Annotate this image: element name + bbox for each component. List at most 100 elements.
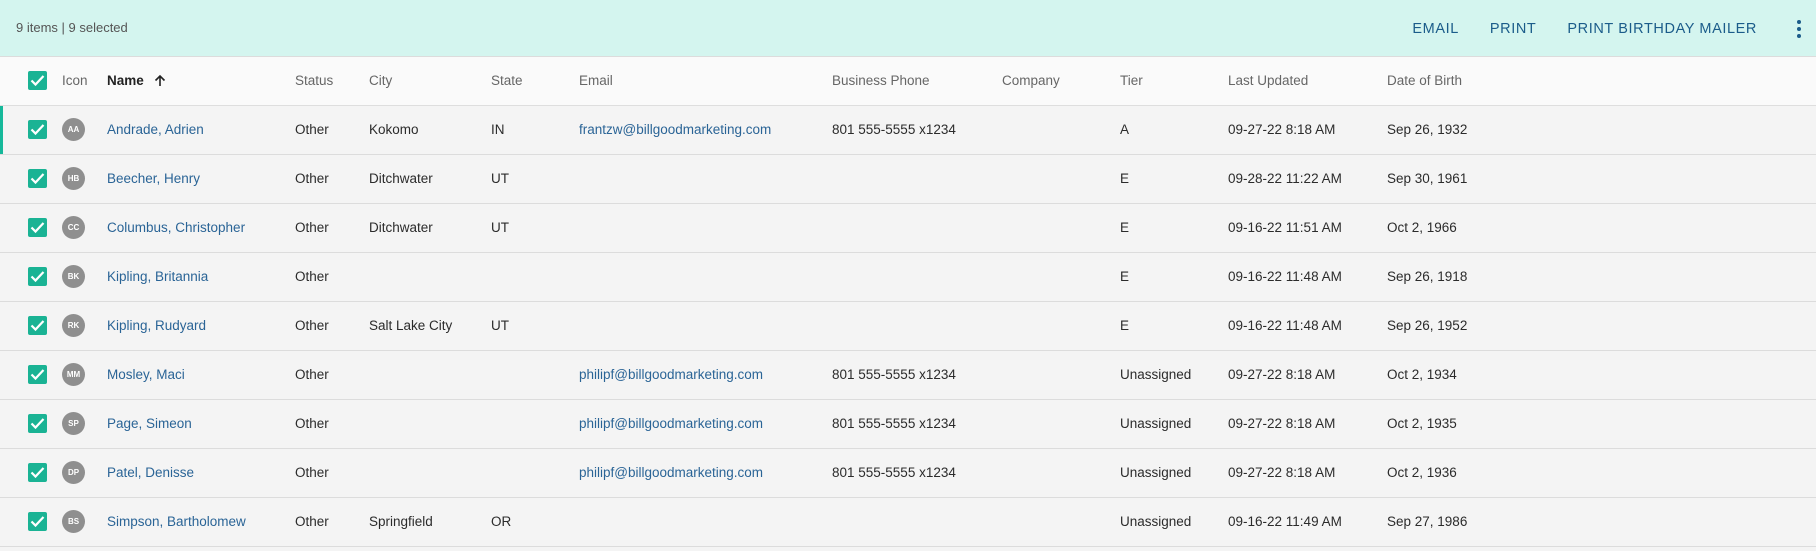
- last-updated-cell: 09-16-22 11:48 AM: [1228, 301, 1387, 351]
- email-cell: [579, 497, 832, 547]
- tier-cell: E: [1120, 301, 1228, 351]
- icon-cell: HB: [62, 154, 107, 204]
- column-header-tier[interactable]: Tier: [1120, 57, 1228, 106]
- date-of-birth-cell: Oct 2, 1935: [1387, 399, 1816, 449]
- row-select-cell: [0, 154, 62, 204]
- name-cell: Kipling, Rudyard: [107, 301, 295, 351]
- row-checkbox[interactable]: [28, 267, 47, 286]
- last-updated-cell: 09-27-22 8:18 AM: [1228, 399, 1387, 449]
- table-header-row: Icon Name Status City State Email Busine…: [0, 57, 1816, 106]
- contact-name-link[interactable]: Simpson, Bartholomew: [107, 514, 246, 529]
- status-cell: Other: [295, 203, 369, 253]
- table-row[interactable]: SP Page, Simeon Other philipf@billgoodmarke…: [0, 399, 1816, 449]
- column-header-icon[interactable]: Icon: [62, 57, 107, 106]
- last-updated-cell: 09-28-22 11:22 AM: [1228, 154, 1387, 204]
- company-cell: [1002, 350, 1120, 400]
- contact-name-link[interactable]: Mosley, Maci: [107, 367, 185, 382]
- avatar: CC: [62, 216, 85, 239]
- state-cell: [491, 252, 579, 302]
- column-header-city[interactable]: City: [369, 57, 491, 106]
- status-cell: Other: [295, 497, 369, 547]
- email-cell: philipf@billgoodmarketing.com: [579, 350, 832, 400]
- last-updated-cell: 09-27-22 8:18 AM: [1228, 448, 1387, 498]
- avatar: MM: [62, 363, 85, 386]
- contact-name-link[interactable]: Patel, Denisse: [107, 465, 194, 480]
- date-of-birth-cell: Sep 26, 1918: [1387, 252, 1816, 302]
- column-header-last-updated[interactable]: Last Updated: [1228, 57, 1387, 106]
- column-header-state[interactable]: State: [491, 57, 579, 106]
- date-of-birth-cell: Oct 2, 1936: [1387, 448, 1816, 498]
- select-all-checkbox[interactable]: [28, 71, 47, 91]
- table-row[interactable]: AA Andrade, Adrien Other Kokomo IN frantzw@bi…: [0, 105, 1816, 155]
- row-checkbox[interactable]: [28, 512, 47, 531]
- contact-name-link[interactable]: Columbus, Christopher: [107, 220, 245, 235]
- row-checkbox[interactable]: [28, 169, 47, 188]
- select-all-cell: [0, 57, 62, 106]
- status-cell: Other: [295, 252, 369, 302]
- city-cell: [369, 252, 491, 302]
- row-checkbox[interactable]: [28, 120, 47, 139]
- name-cell: Beecher, Henry: [107, 154, 295, 204]
- business-phone-cell: 801 555-5555 x1234: [832, 350, 1002, 400]
- more-vertical-icon[interactable]: [1788, 0, 1810, 57]
- column-header-status[interactable]: Status: [295, 57, 369, 106]
- contact-name-link[interactable]: Kipling, Britannia: [107, 269, 208, 284]
- email-link[interactable]: frantzw@billgoodmarketing.com: [579, 122, 771, 137]
- selection-count: 9 items | 9 selected: [16, 20, 128, 35]
- email-cell: frantzw@billgoodmarketing.com: [579, 105, 832, 155]
- name-cell: Simpson, Bartholomew: [107, 497, 295, 547]
- row-select-cell: [0, 105, 62, 155]
- contact-name-link[interactable]: Kipling, Rudyard: [107, 318, 206, 333]
- status-cell: Other: [295, 350, 369, 400]
- state-cell: OR: [491, 497, 579, 547]
- table-row[interactable]: CC Columbus, Christopher Other Ditchwater UT…: [0, 203, 1816, 253]
- table-row[interactable]: RK Kipling, Rudyard Other Salt Lake City UT E…: [0, 301, 1816, 351]
- city-cell: Ditchwater: [369, 203, 491, 253]
- city-cell: Salt Lake City: [369, 301, 491, 351]
- email-link[interactable]: philipf@billgoodmarketing.com: [579, 465, 763, 480]
- print-button[interactable]: PRINT: [1490, 21, 1537, 37]
- column-header-email[interactable]: Email: [579, 57, 832, 106]
- table-row[interactable]: DP Patel, Denisse Other philipf@billgoodmar…: [0, 448, 1816, 498]
- table-row[interactable]: BK Kipling, Britannia Other E 09-16-22 11:48…: [0, 252, 1816, 302]
- icon-cell: MM: [62, 350, 107, 400]
- contact-name-link[interactable]: Andrade, Adrien: [107, 122, 204, 137]
- row-checkbox[interactable]: [28, 414, 47, 433]
- email-link[interactable]: philipf@billgoodmarketing.com: [579, 367, 763, 382]
- column-header-date-of-birth[interactable]: Date of Birth: [1387, 57, 1816, 106]
- last-updated-cell: 09-16-22 11:49 AM: [1228, 497, 1387, 547]
- column-header-company[interactable]: Company: [1002, 57, 1120, 106]
- selection-toolbar: 9 items | 9 selected EMAIL PRINT PRINT B…: [0, 0, 1816, 57]
- tier-cell: Unassigned: [1120, 448, 1228, 498]
- table-row[interactable]: MM Mosley, Maci Other philipf@billgoodmarke…: [0, 350, 1816, 400]
- row-checkbox[interactable]: [28, 365, 47, 384]
- row-checkbox[interactable]: [28, 463, 47, 482]
- row-select-cell: [0, 252, 62, 302]
- state-cell: [491, 448, 579, 498]
- email-button[interactable]: EMAIL: [1412, 21, 1459, 37]
- last-updated-cell: 09-27-22 8:18 AM: [1228, 105, 1387, 155]
- print-birthday-mailer-button[interactable]: PRINT BIRTHDAY MAILER: [1567, 21, 1757, 37]
- contact-name-link[interactable]: Beecher, Henry: [107, 171, 200, 186]
- row-select-cell: [0, 203, 62, 253]
- city-cell: [369, 350, 491, 400]
- status-cell: Other: [295, 399, 369, 449]
- column-header-business-phone[interactable]: Business Phone: [832, 57, 1002, 106]
- contact-name-link[interactable]: Page, Simeon: [107, 416, 192, 431]
- table-row[interactable]: BS Simpson, Bartholomew Other Springfield OR…: [0, 497, 1816, 547]
- status-cell: Other: [295, 301, 369, 351]
- avatar: AA: [62, 118, 85, 141]
- state-cell: [491, 399, 579, 449]
- table-row[interactable]: HB Beecher, Henry Other Ditchwater UT E 09-28-…: [0, 154, 1816, 204]
- column-header-name[interactable]: Name: [107, 57, 295, 106]
- row-checkbox[interactable]: [28, 316, 47, 335]
- company-cell: [1002, 301, 1120, 351]
- row-checkbox[interactable]: [28, 218, 47, 237]
- email-link[interactable]: philipf@billgoodmarketing.com: [579, 416, 763, 431]
- business-phone-cell: 801 555-5555 x1234: [832, 399, 1002, 449]
- date-of-birth-cell: Sep 26, 1932: [1387, 105, 1816, 155]
- name-cell: Andrade, Adrien: [107, 105, 295, 155]
- icon-cell: SP: [62, 399, 107, 449]
- business-phone-cell: [832, 497, 1002, 547]
- name-cell: Mosley, Maci: [107, 350, 295, 400]
